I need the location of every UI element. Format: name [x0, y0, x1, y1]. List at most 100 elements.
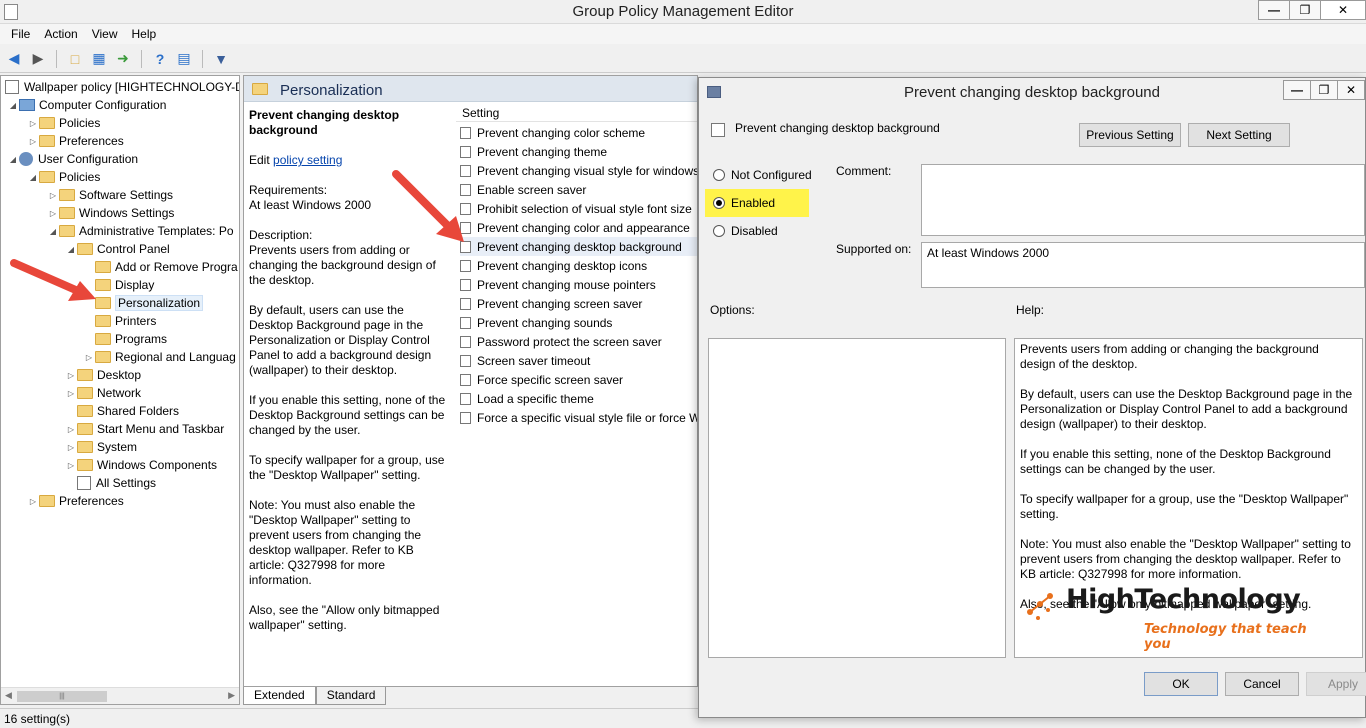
- dialog-close-button[interactable]: ✕: [1337, 80, 1365, 100]
- tree-control-panel[interactable]: ◢ Control Panel: [65, 240, 170, 258]
- show-hide-tree-icon[interactable]: ▦: [89, 49, 109, 69]
- minimize-button[interactable]: —: [1258, 0, 1290, 20]
- policy-setting-icon: [460, 316, 471, 329]
- scroll-thumb[interactable]: |||: [17, 691, 107, 702]
- scroll-left-icon[interactable]: ◀: [5, 690, 12, 701]
- menu-view[interactable]: View: [85, 24, 125, 44]
- radio-button[interactable]: [713, 225, 725, 237]
- radio-not-configured[interactable]: Not Configured: [713, 168, 812, 182]
- radio-button[interactable]: [713, 169, 725, 181]
- description-title: Prevent changing desktop background: [249, 108, 400, 137]
- menu-action[interactable]: Action: [37, 24, 84, 44]
- radio-disabled[interactable]: Disabled: [713, 224, 778, 238]
- tree-horizontal-scrollbar[interactable]: ◀ ||| ▶: [1, 687, 239, 704]
- expanded-arrow-icon[interactable]: ◢: [7, 155, 19, 164]
- window-title: Group Policy Management Editor: [572, 3, 794, 20]
- tree-add-remove-programs[interactable]: Add or Remove Progra: [83, 258, 238, 276]
- collapsed-arrow-icon[interactable]: ▷: [83, 353, 95, 362]
- collapsed-arrow-icon[interactable]: ▷: [27, 137, 39, 146]
- apply-button[interactable]: Apply: [1306, 672, 1366, 696]
- tree-uc-policies[interactable]: ◢ Policies: [27, 168, 100, 186]
- previous-setting-button[interactable]: Previous Setting: [1079, 123, 1181, 147]
- tree-desktop[interactable]: ▷ Desktop: [65, 366, 141, 384]
- setting-row[interactable]: Prevent changing mouse pointers: [460, 275, 697, 294]
- collapsed-arrow-icon[interactable]: ▷: [65, 389, 77, 398]
- tree-start-menu[interactable]: ▷ Start Menu and Taskbar: [65, 420, 224, 438]
- tree-programs[interactable]: Programs: [83, 330, 167, 348]
- comment-textbox[interactable]: [921, 164, 1365, 236]
- help-icon[interactable]: ?: [150, 49, 170, 69]
- radio-enabled[interactable]: Enabled: [713, 196, 775, 210]
- tree-shared-folders[interactable]: Shared Folders: [65, 402, 179, 420]
- description: Description: Prevents users from adding …: [249, 228, 449, 288]
- tree-uc-preferences[interactable]: ▷ Preferences: [27, 492, 124, 510]
- tree-windows-settings[interactable]: ▷ Windows Settings: [47, 204, 174, 222]
- tree-network[interactable]: ▷ Network: [65, 384, 141, 402]
- radio-button-checked[interactable]: [713, 197, 725, 209]
- setting-row[interactable]: Prevent changing desktop background: [460, 237, 697, 256]
- tree-pane: Wallpaper policy [HIGHTECHNOLOGY-D ◢ Com…: [0, 75, 240, 705]
- tree-admin-templates[interactable]: ◢ Administrative Templates: Po: [47, 222, 234, 240]
- tree-system[interactable]: ▷ System: [65, 438, 137, 456]
- setting-row[interactable]: Screen saver timeout: [460, 351, 697, 370]
- tree-all-settings[interactable]: All Settings: [65, 474, 156, 492]
- edit-policy-setting-link[interactable]: policy setting: [273, 153, 342, 167]
- setting-row[interactable]: Prevent changing theme: [460, 142, 697, 161]
- tree-display[interactable]: Display: [83, 276, 154, 294]
- collapsed-arrow-icon[interactable]: ▷: [65, 425, 77, 434]
- restore-button[interactable]: ❐: [1289, 0, 1321, 20]
- setting-row[interactable]: Prohibit selection of visual style font …: [460, 199, 697, 218]
- collapsed-arrow-icon[interactable]: ▷: [47, 191, 59, 200]
- tree-cc-preferences[interactable]: ▷ Preferences: [27, 132, 124, 150]
- collapsed-arrow-icon[interactable]: ▷: [27, 119, 39, 128]
- collapsed-arrow-icon[interactable]: ▷: [47, 209, 59, 218]
- expanded-arrow-icon[interactable]: ◢: [27, 173, 39, 182]
- setting-row[interactable]: Prevent changing color and appearance: [460, 218, 697, 237]
- setting-row[interactable]: Force a specific visual style file or fo…: [460, 408, 697, 427]
- collapsed-arrow-icon[interactable]: ▷: [65, 371, 77, 380]
- dialog-minimize-button[interactable]: —: [1283, 80, 1311, 100]
- tree-cc-policies[interactable]: ▷ Policies: [27, 114, 100, 132]
- setting-row[interactable]: Password protect the screen saver: [460, 332, 697, 351]
- setting-row[interactable]: Prevent changing sounds: [460, 313, 697, 332]
- tab-extended[interactable]: Extended: [243, 687, 316, 705]
- expanded-arrow-icon[interactable]: ◢: [7, 101, 19, 110]
- tree-printers[interactable]: Printers: [83, 312, 156, 330]
- properties-icon[interactable]: ▤: [174, 49, 194, 69]
- expanded-arrow-icon[interactable]: ◢: [65, 245, 77, 254]
- collapsed-arrow-icon[interactable]: ▷: [27, 497, 39, 506]
- setting-row[interactable]: Prevent changing desktop icons: [460, 256, 697, 275]
- back-arrow-icon[interactable]: ◀: [4, 49, 24, 69]
- filter-icon[interactable]: ▼: [211, 49, 231, 69]
- setting-column-header[interactable]: Setting: [456, 103, 697, 122]
- menu-help[interactable]: Help: [125, 24, 164, 44]
- tab-standard[interactable]: Standard: [315, 687, 387, 705]
- tree-regional[interactable]: ▷ Regional and Languag: [83, 348, 236, 366]
- tree-personalization[interactable]: Personalization: [83, 294, 204, 312]
- setting-row[interactable]: Prevent changing color scheme: [460, 123, 697, 142]
- tree-user-configuration[interactable]: ◢ User Configuration: [7, 150, 138, 168]
- tree-windows-components[interactable]: ▷ Windows Components: [65, 456, 217, 474]
- collapsed-arrow-icon[interactable]: ▷: [65, 443, 77, 452]
- folder-icon: [59, 189, 75, 201]
- tree-software-settings[interactable]: ▷ Software Settings: [47, 186, 173, 204]
- tree-computer-configuration[interactable]: ◢ Computer Configuration: [7, 96, 166, 114]
- expanded-arrow-icon[interactable]: ◢: [47, 227, 59, 236]
- scroll-right-icon[interactable]: ▶: [228, 690, 235, 701]
- setting-row[interactable]: Load a specific theme: [460, 389, 697, 408]
- dialog-restore-button[interactable]: ❐: [1310, 80, 1338, 100]
- ok-button[interactable]: OK: [1144, 672, 1218, 696]
- next-setting-button[interactable]: Next Setting: [1188, 123, 1290, 147]
- export-list-icon[interactable]: ➜: [113, 49, 133, 69]
- close-button[interactable]: ✕: [1320, 0, 1366, 20]
- setting-row[interactable]: Force specific screen saver: [460, 370, 697, 389]
- collapsed-arrow-icon[interactable]: ▷: [65, 461, 77, 470]
- setting-row[interactable]: Prevent changing screen saver: [460, 294, 697, 313]
- setting-row[interactable]: Enable screen saver: [460, 180, 697, 199]
- setting-row[interactable]: Prevent changing visual style for window…: [460, 161, 697, 180]
- menu-file[interactable]: File: [4, 24, 37, 44]
- cancel-button[interactable]: Cancel: [1225, 672, 1299, 696]
- tree-root[interactable]: Wallpaper policy [HIGHTECHNOLOGY-D: [5, 78, 239, 96]
- forward-arrow-icon[interactable]: ▶: [28, 49, 48, 69]
- up-folder-icon[interactable]: □: [65, 49, 85, 69]
